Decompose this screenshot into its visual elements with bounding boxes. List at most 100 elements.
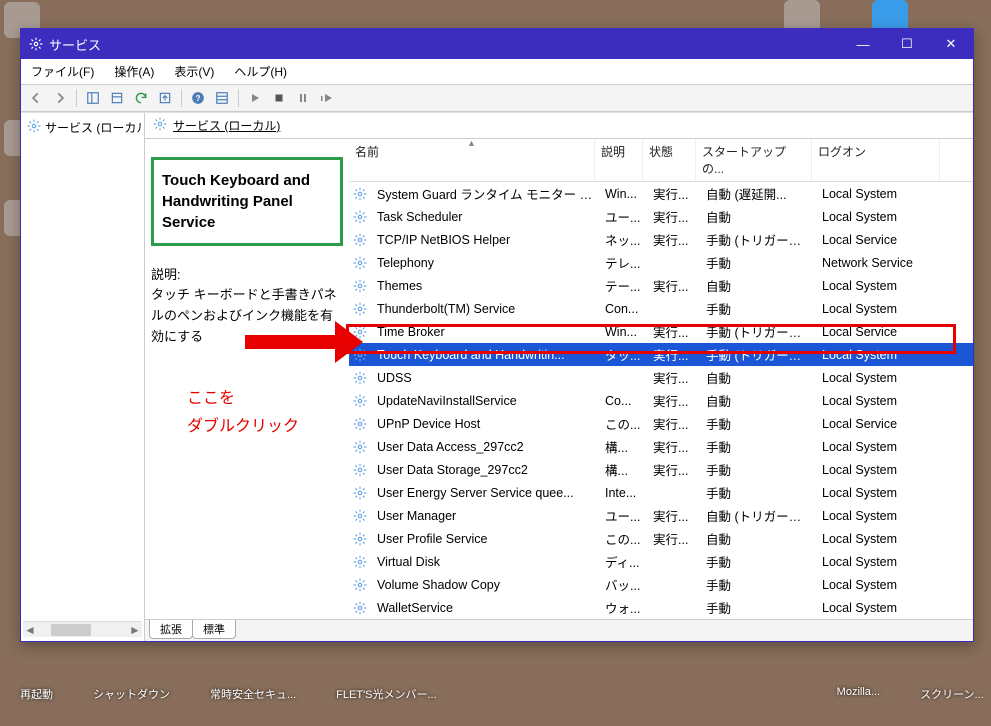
- table-row[interactable]: User Data Access_297cc2構...実行...手動Local …: [349, 435, 973, 458]
- shortcut-label: 再起動: [20, 686, 53, 702]
- tree-pane: サービス (ローカル ◄ ►: [21, 113, 145, 641]
- cell-name: Touch Keyboard and Handwritin...: [371, 348, 599, 362]
- table-row[interactable]: Time BrokerWin...実行...手動 (トリガー開...Local …: [349, 320, 973, 343]
- table-row[interactable]: TCP/IP NetBIOS Helperネッ...実行...手動 (トリガー開…: [349, 228, 973, 251]
- cell-status: 実行...: [647, 368, 700, 387]
- stop-service-button[interactable]: [268, 87, 290, 109]
- scroll-left-icon[interactable]: ◄: [23, 623, 37, 637]
- titlebar[interactable]: サービス — ☐ ✕: [21, 29, 973, 59]
- properties-button[interactable]: [106, 87, 128, 109]
- gear-icon: [353, 601, 367, 615]
- list-button[interactable]: [211, 87, 233, 109]
- table-row[interactable]: Task Schedulerユー...実行...自動Local System: [349, 205, 973, 228]
- table-row[interactable]: Touch Keyboard and Handwritin...タッ...実行.…: [349, 343, 973, 366]
- cell-status: 実行...: [647, 276, 700, 295]
- restart-service-button[interactable]: [316, 87, 338, 109]
- table-row[interactable]: User Energy Server Service quee...Inte..…: [349, 481, 973, 504]
- cell-startup: 自動 (遅延開...: [700, 184, 816, 203]
- cell-name: Virtual Disk: [371, 555, 599, 569]
- show-hide-tree-button[interactable]: [82, 87, 104, 109]
- gear-icon: [353, 532, 367, 546]
- detail-pane: サービス (ローカル) Touch Keyboard and Handwriti…: [145, 113, 973, 641]
- cell-desc: Win...: [599, 325, 647, 339]
- help-button[interactable]: ?: [187, 87, 209, 109]
- table-row[interactable]: UPnP Device Hostこの...実行...手動Local Servic…: [349, 412, 973, 435]
- forward-button[interactable]: [49, 87, 71, 109]
- cell-logon: Local System: [816, 187, 944, 201]
- gear-icon: [353, 555, 367, 569]
- cell-startup: 手動: [700, 460, 816, 479]
- table-row[interactable]: WalletServiceウォ...手動Local System: [349, 596, 973, 619]
- cell-status: 実行...: [647, 230, 700, 249]
- cell-name: Thunderbolt(TM) Service: [371, 302, 599, 316]
- col-name[interactable]: 名前▲: [349, 139, 595, 181]
- cell-desc: ユー...: [599, 207, 647, 226]
- cell-startup: 手動 (トリガー開...: [700, 345, 816, 364]
- maximize-button[interactable]: ☐: [885, 29, 929, 59]
- description-label: 説明:: [151, 264, 343, 283]
- cell-status: 実行...: [647, 529, 700, 548]
- cell-logon: Local System: [816, 348, 944, 362]
- col-logon[interactable]: ログオン: [812, 139, 940, 181]
- col-status[interactable]: 状態: [643, 139, 696, 181]
- refresh-button[interactable]: [130, 87, 152, 109]
- cell-name: User Profile Service: [371, 532, 599, 546]
- cell-status: 実行...: [647, 506, 700, 525]
- minimize-button[interactable]: —: [841, 29, 885, 59]
- cell-status: 実行...: [647, 437, 700, 456]
- table-row[interactable]: User Managerユー...実行...自動 (トリガー開...Local …: [349, 504, 973, 527]
- cell-logon: Local System: [816, 486, 944, 500]
- close-button[interactable]: ✕: [929, 29, 973, 59]
- table-row[interactable]: System Guard ランタイム モニター ブ...Win...実行...自…: [349, 182, 973, 205]
- cell-name: UPnP Device Host: [371, 417, 599, 431]
- table-row[interactable]: User Data Storage_297cc2構...実行...手動Local…: [349, 458, 973, 481]
- menu-file[interactable]: ファイル(F): [27, 61, 98, 82]
- back-button[interactable]: [25, 87, 47, 109]
- cell-logon: Local System: [816, 394, 944, 408]
- cell-logon: Local System: [816, 440, 944, 454]
- cell-logon: Local System: [816, 578, 944, 592]
- tab-extended[interactable]: 拡張: [149, 620, 193, 639]
- gear-icon: [353, 486, 367, 500]
- col-desc[interactable]: 説明: [595, 139, 643, 181]
- table-row[interactable]: Virtual Diskディ...手動Local System: [349, 550, 973, 573]
- tabbar: 拡張 標準: [145, 619, 973, 641]
- start-service-button[interactable]: [244, 87, 266, 109]
- export-button[interactable]: [154, 87, 176, 109]
- table-row[interactable]: User Profile Serviceこの...実行...自動Local Sy…: [349, 527, 973, 550]
- col-startup[interactable]: スタートアップの...: [696, 139, 812, 181]
- cell-status: 実行...: [647, 460, 700, 479]
- menu-action[interactable]: 操作(A): [110, 61, 158, 82]
- cell-desc: Con...: [599, 302, 647, 316]
- cell-name: WalletService: [371, 601, 599, 615]
- table-row[interactable]: Themesテー...実行...自動Local System: [349, 274, 973, 297]
- menu-view[interactable]: 表示(V): [170, 61, 218, 82]
- scroll-right-icon[interactable]: ►: [128, 623, 142, 637]
- cell-desc: この...: [599, 414, 647, 433]
- cell-startup: 手動: [700, 299, 816, 318]
- detail-header-title: サービス (ローカル): [173, 117, 280, 134]
- cell-logon: Local System: [816, 210, 944, 224]
- table-row[interactable]: Thunderbolt(TM) ServiceCon...手動Local Sys…: [349, 297, 973, 320]
- selected-service-title: Touch Keyboard and Handwriting Panel Ser…: [162, 172, 310, 231]
- cell-name: Volume Shadow Copy: [371, 578, 599, 592]
- tree-item-services-local[interactable]: サービス (ローカル: [23, 117, 142, 138]
- services-window: サービス — ☐ ✕ ファイル(F) 操作(A) 表示(V) ヘルプ(H) ?: [20, 28, 974, 642]
- menu-help[interactable]: ヘルプ(H): [230, 61, 291, 82]
- annotation-arrow-icon: [245, 321, 365, 371]
- list-rows: System Guard ランタイム モニター ブ...Win...実行...自…: [349, 182, 973, 619]
- table-row[interactable]: UpdateNaviInstallServiceCo...実行...自動Loca…: [349, 389, 973, 412]
- scroll-thumb[interactable]: [51, 624, 91, 636]
- window-title: サービス: [49, 35, 101, 54]
- table-row[interactable]: Volume Shadow Copyバッ...手動Local System: [349, 573, 973, 596]
- svg-text:?: ?: [196, 94, 201, 103]
- tree-hscrollbar[interactable]: ◄ ►: [23, 621, 142, 637]
- gear-icon: [27, 119, 41, 136]
- tab-standard[interactable]: 標準: [192, 620, 236, 639]
- annotation-text: ここを ダブルクリック: [187, 385, 343, 439]
- cell-startup: 自動: [700, 368, 816, 387]
- shortcut-label: FLET'S光メンバー...: [336, 686, 437, 702]
- table-row[interactable]: UDSS実行...自動Local System: [349, 366, 973, 389]
- pause-service-button[interactable]: [292, 87, 314, 109]
- table-row[interactable]: Telephonyテレ...手動Network Service: [349, 251, 973, 274]
